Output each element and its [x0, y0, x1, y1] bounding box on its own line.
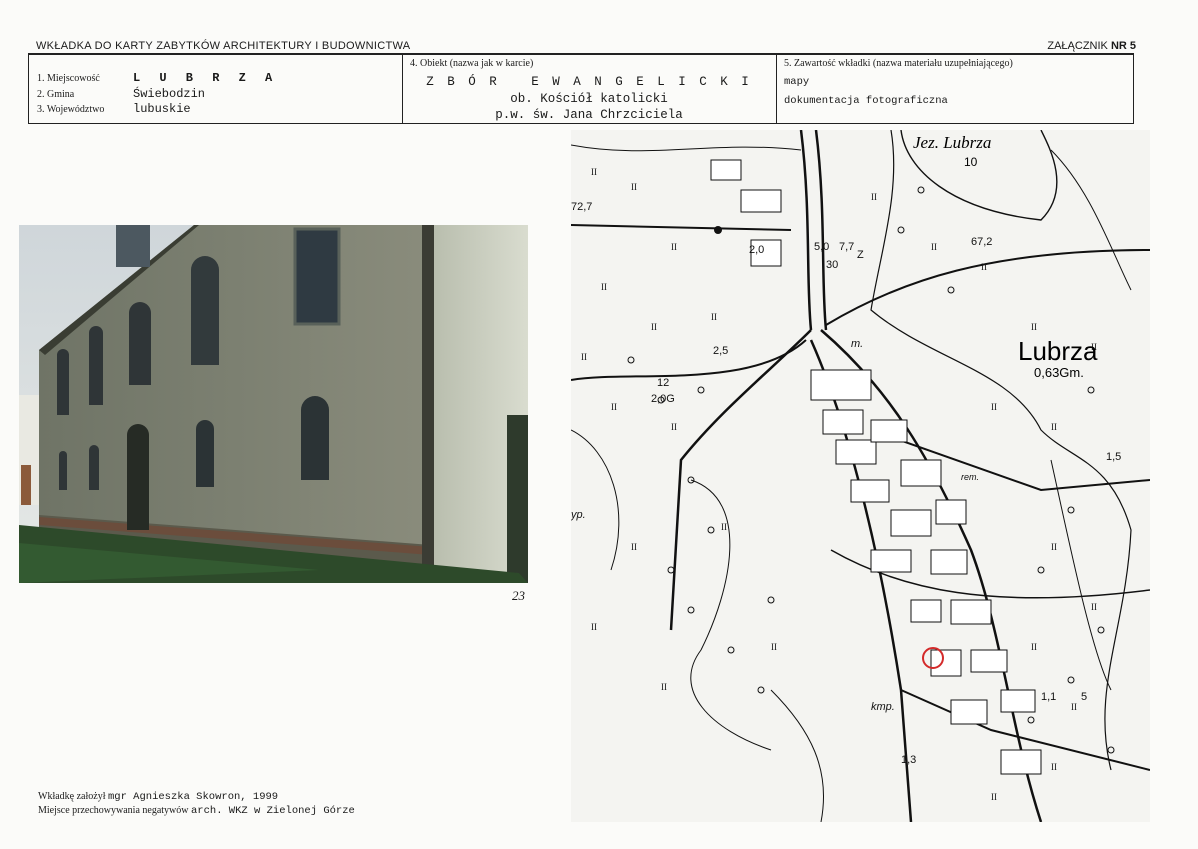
church-photo — [19, 225, 528, 583]
map-label: 67,2 — [971, 236, 992, 248]
svg-text:II: II — [631, 542, 637, 552]
svg-text:II: II — [1031, 642, 1037, 652]
svg-text:II: II — [721, 522, 727, 532]
svg-text:II: II — [651, 322, 657, 332]
svg-text:II: II — [1051, 422, 1057, 432]
map-label: 30 — [826, 259, 838, 271]
map-label: m. — [851, 338, 863, 350]
svg-text:II: II — [591, 167, 597, 177]
object-line2: ob. Kościół katolicki — [510, 92, 668, 106]
svg-text:II: II — [601, 282, 607, 292]
map-label: 7,7 — [839, 241, 854, 253]
svg-text:II: II — [611, 402, 617, 412]
svg-text:II: II — [931, 242, 937, 252]
voivodeship-value: lubuskie — [133, 102, 191, 116]
map-town-sub: 0,63Gm. — [1034, 365, 1084, 380]
map-label: 5 — [1081, 691, 1087, 703]
commune-row: 2. Gmina Świebodzin — [37, 87, 206, 101]
map-lake-number: 10 — [964, 155, 978, 169]
contents-item-maps: mapy — [784, 76, 810, 88]
storage-line: Miejsce przechowywania negatywów arch. W… — [38, 805, 355, 817]
svg-text:II: II — [1071, 702, 1077, 712]
map-label: 5,0 — [814, 241, 829, 253]
map-label: 1,5 — [1106, 451, 1121, 463]
map-label: 12 — [657, 377, 669, 389]
map-label: 72,7 — [571, 201, 592, 213]
info-table: 1. Miejscowość L U B R Z A 2. Gmina Świebo… — [28, 53, 1134, 124]
town-row: 1. Miejscowość L U B R Z A — [37, 71, 279, 85]
location-section: 1. Miejscowość L U B R Z A 2. Gmina Świebo… — [29, 55, 403, 123]
svg-text:II: II — [581, 352, 587, 362]
map-label: 1,3 — [901, 754, 916, 766]
map-label: 1,1 — [1041, 691, 1056, 703]
author-line: Wkładkę założył mgr Agnieszka Skowron, 1… — [38, 791, 279, 803]
svg-text:II: II — [711, 312, 717, 322]
contents-label: 5. Zawartość wkładki (nazwa materiału uz… — [784, 58, 1013, 69]
photo-number: 23 — [512, 588, 525, 603]
contents-item-photos: dokumentacja fotograficzna — [784, 95, 948, 107]
object-label: 4. Obiekt (nazwa jak w karcie) — [410, 58, 534, 69]
svg-text:II: II — [631, 182, 637, 192]
svg-text:II: II — [1051, 762, 1057, 772]
storage-value: arch. WKZ w Zielonej Górze — [191, 805, 355, 817]
town-value: L U B R Z A — [133, 71, 279, 85]
map-label: rem. — [961, 472, 979, 482]
svg-text:II: II — [981, 262, 987, 272]
annex-label: ZAŁĄCZNIK NR 5 — [1047, 40, 1136, 52]
map-lake-label: Jez. Lubrza — [913, 133, 991, 152]
map-label: Z — [857, 249, 864, 261]
commune-value: Świebodzin — [133, 87, 206, 101]
object-section: 4. Obiekt (nazwa jak w karcie) Z B Ó R E… — [402, 55, 777, 123]
svg-text:II: II — [671, 422, 677, 432]
map-label: 2,0G — [651, 393, 675, 405]
annex-number: NR 5 — [1110, 40, 1136, 52]
svg-text:II: II — [991, 792, 997, 802]
svg-text:II: II — [1091, 602, 1097, 612]
svg-text:II: II — [771, 642, 777, 652]
svg-text:II: II — [671, 242, 677, 252]
map-label: yp. — [571, 509, 586, 521]
svg-text:II: II — [1031, 322, 1037, 332]
svg-text:II: II — [661, 682, 667, 692]
svg-text:II: II — [871, 192, 877, 202]
object-name: Z B Ó R E W A N G E L I C K I — [426, 75, 752, 89]
map-label: 2,5 — [713, 345, 728, 357]
author-value: mgr Agnieszka Skowron, 1999 — [107, 791, 279, 803]
map-label: 2,0 — [749, 244, 764, 256]
svg-text:II: II — [991, 402, 997, 412]
map-label: kmp. — [871, 701, 895, 713]
voivodeship-row: 3. Województwo lubuskie — [37, 102, 191, 116]
object-line3: p.w. św. Jana Chrzciciela — [495, 108, 683, 122]
topographic-map: II II II II II II II II II II II II II II II II II I… — [571, 130, 1150, 822]
document-title: WKŁADKA DO KARTY ZABYTKÓW ARCHITEKTURY I… — [36, 40, 411, 52]
svg-text:II: II — [1051, 542, 1057, 552]
contents-section: 5. Zawartość wkładki (nazwa materiału uz… — [776, 55, 1133, 123]
svg-text:II: II — [591, 622, 597, 632]
map-town-label: Lubrza — [1018, 336, 1098, 366]
